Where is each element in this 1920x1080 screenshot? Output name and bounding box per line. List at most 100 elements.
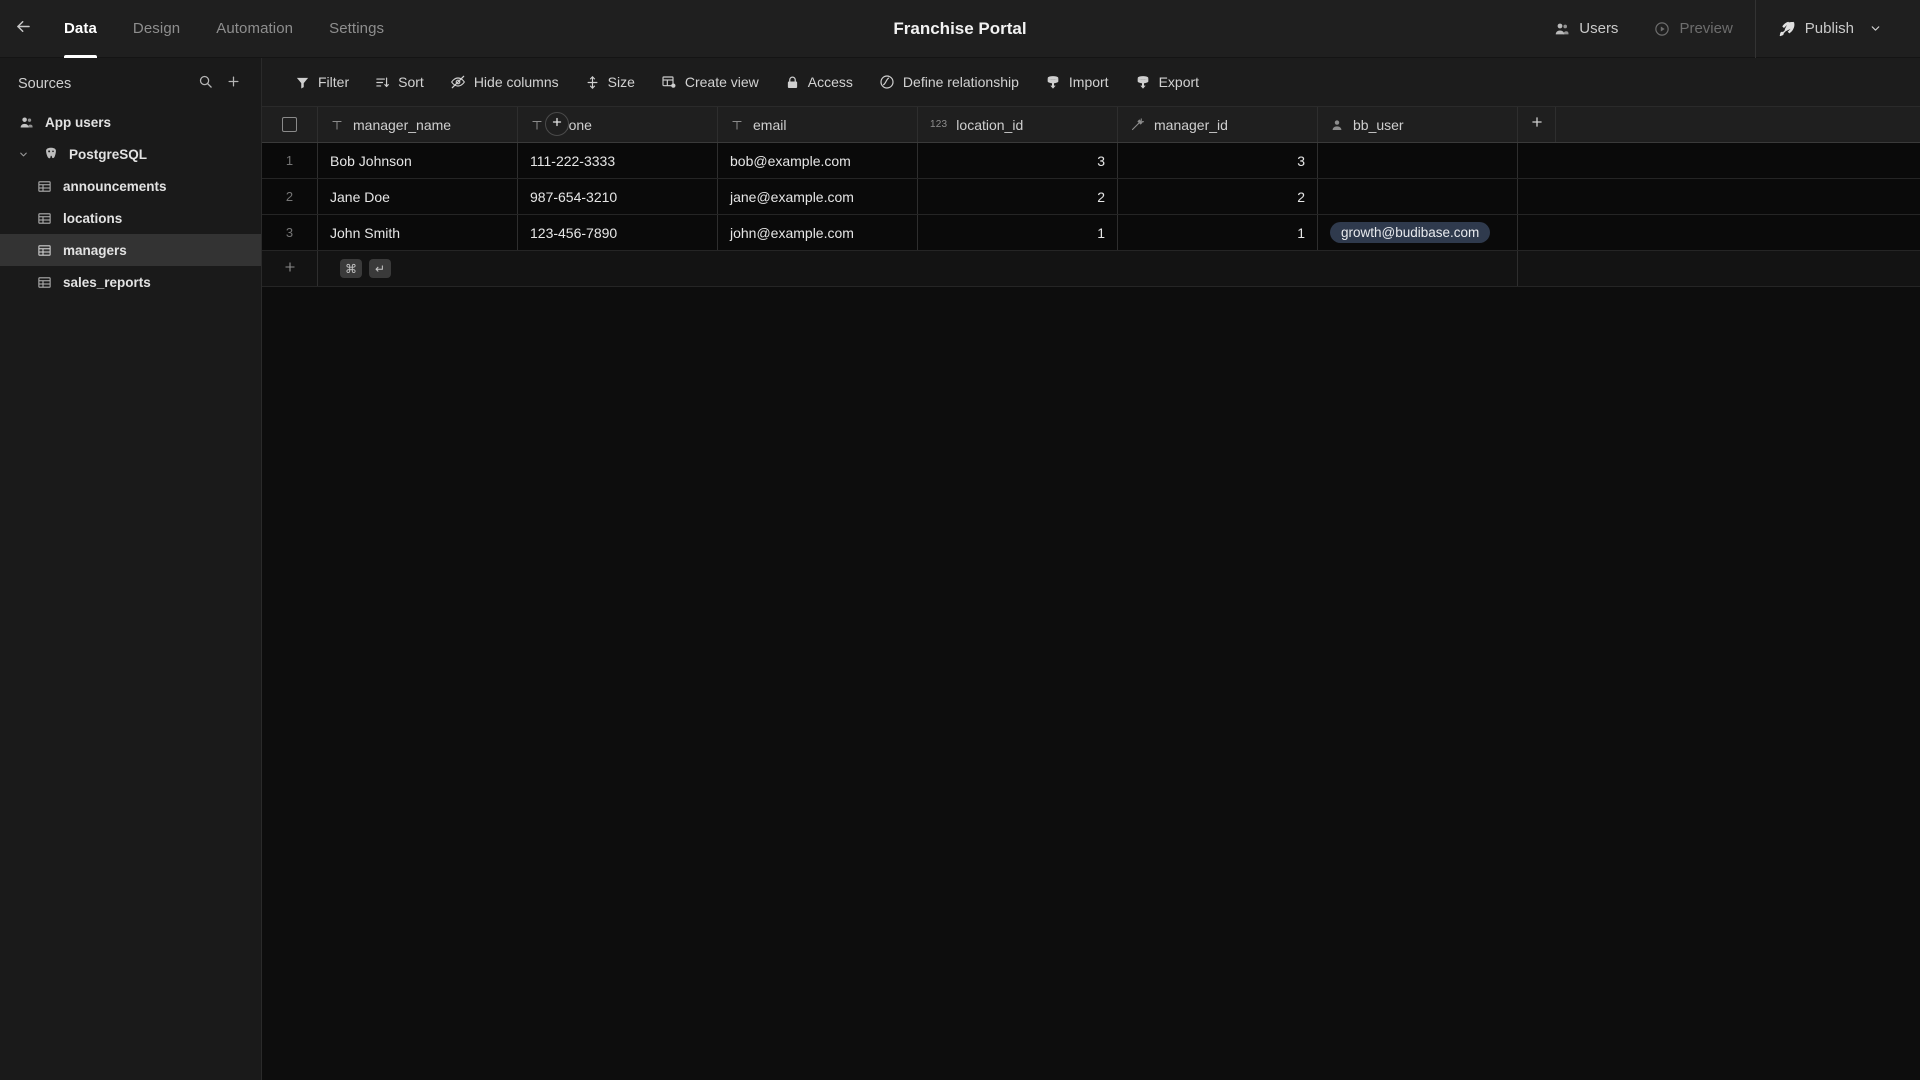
select-all-cell[interactable] — [262, 107, 318, 142]
table-icon — [36, 243, 53, 258]
cell-manager-id[interactable]: 2 — [1118, 179, 1318, 214]
sidebar-item-label: locations — [63, 210, 123, 226]
import-button[interactable]: Import — [1034, 67, 1120, 97]
column-header-manager-id[interactable]: manager_id — [1118, 107, 1318, 142]
tool-label: Export — [1158, 74, 1200, 90]
text-type-icon — [730, 118, 744, 132]
sidebar-title: Sources — [18, 76, 72, 92]
define-relationship-button[interactable]: Define relationship — [868, 67, 1030, 97]
sidebar-item-label: PostgreSQL — [69, 146, 148, 162]
add-row-filler — [518, 251, 1518, 286]
chevron-down-icon[interactable] — [18, 149, 30, 160]
sidebar-search-button[interactable] — [191, 70, 219, 98]
cell-phone[interactable]: 123-456-7890 — [518, 215, 718, 250]
cell-bb-user[interactable]: growth@budibase.com — [1318, 215, 1518, 250]
cell-email[interactable]: jane@example.com — [718, 179, 918, 214]
cell-email[interactable]: bob@example.com — [718, 143, 918, 178]
header-divider — [1754, 0, 1756, 58]
export-button[interactable]: Export — [1124, 67, 1210, 97]
publish-label: Publish — [1804, 20, 1854, 37]
column-header-label: manager_name — [353, 116, 452, 133]
cell-phone[interactable]: 111-222-3333 — [518, 143, 718, 178]
add-column-button[interactable] — [1518, 107, 1556, 142]
tab-data[interactable]: Data — [46, 0, 115, 58]
add-row[interactable]: ⌘ ↵ — [262, 251, 1920, 287]
insert-row-button[interactable] — [545, 112, 569, 136]
tool-label: Sort — [398, 74, 424, 90]
import-icon — [1045, 74, 1061, 90]
main-content: Filter Sort Hide columns Size Create vie… — [262, 58, 1920, 1080]
cell-location-id[interactable]: 1 — [918, 215, 1118, 250]
lock-icon — [785, 75, 800, 90]
preview-button[interactable]: Preview — [1636, 0, 1750, 58]
user-badge: growth@budibase.com — [1330, 222, 1491, 243]
table-row[interactable]: 3 John Smith 123-456-7890 john@example.c… — [262, 215, 1920, 251]
users-icon — [18, 115, 35, 130]
cell-location-id[interactable]: 2 — [918, 179, 1118, 214]
table-icon — [36, 275, 53, 290]
sidebar-item-app-users[interactable]: App users — [0, 106, 261, 138]
hide-columns-button[interactable]: Hide columns — [439, 67, 570, 97]
sort-icon — [375, 75, 390, 90]
sidebar-item-sales-reports[interactable]: sales_reports — [0, 266, 261, 298]
users-icon — [1554, 21, 1570, 37]
data-grid: manager_name phone email 123 location_id… — [262, 107, 1920, 287]
grid-header-row: manager_name phone email 123 location_id… — [262, 107, 1920, 143]
size-button[interactable]: Size — [574, 67, 646, 97]
row-number[interactable]: 3 — [262, 215, 318, 250]
cell-bb-user[interactable] — [1318, 143, 1518, 178]
plus-icon — [226, 74, 241, 94]
cell-manager-name[interactable]: Jane Doe — [318, 179, 518, 214]
row-number[interactable]: 2 — [262, 179, 318, 214]
add-row-button[interactable] — [262, 251, 318, 286]
sort-button[interactable]: Sort — [364, 67, 435, 97]
column-header-label: manager_id — [1154, 116, 1228, 133]
column-header-bb-user[interactable]: bb_user — [1318, 107, 1518, 142]
tab-automation[interactable]: Automation — [198, 0, 311, 58]
table-row[interactable]: 2 Jane Doe 987-654-3210 jane@example.com… — [262, 179, 1920, 215]
tab-settings[interactable]: Settings — [311, 0, 402, 58]
cell-manager-id[interactable]: 3 — [1118, 143, 1318, 178]
tool-label: Import — [1068, 74, 1109, 90]
cell-bb-user[interactable] — [1318, 179, 1518, 214]
cell-email[interactable]: john@example.com — [718, 215, 918, 250]
cell-manager-name[interactable]: John Smith — [318, 215, 518, 250]
table-icon — [36, 179, 53, 194]
sidebar-item-label: sales_reports — [63, 274, 151, 290]
create-view-icon — [661, 74, 677, 90]
select-all-checkbox[interactable] — [282, 117, 297, 132]
filter-icon — [295, 75, 310, 90]
text-type-icon — [330, 118, 344, 132]
users-button[interactable]: Users — [1536, 0, 1636, 58]
arrow-left-icon — [14, 17, 33, 41]
main-nav-tabs: Data Design Automation Settings — [46, 0, 402, 58]
publish-button[interactable]: Publish — [1760, 0, 1900, 58]
column-header-label: email — [753, 116, 787, 133]
cell-manager-id[interactable]: 1 — [1118, 215, 1318, 250]
sidebar-item-label: announcements — [63, 178, 167, 194]
cell-manager-name[interactable]: Bob Johnson — [318, 143, 518, 178]
sidebar-item-locations[interactable]: locations — [0, 202, 261, 234]
filter-button[interactable]: Filter — [284, 67, 360, 97]
auto-type-icon — [1130, 117, 1145, 132]
tab-design[interactable]: Design — [115, 0, 198, 58]
sidebar-item-label: App users — [45, 114, 112, 130]
sidebar-item-announcements[interactable]: announcements — [0, 170, 261, 202]
cell-location-id[interactable]: 3 — [918, 143, 1118, 178]
cell-phone[interactable]: 987-654-3210 — [518, 179, 718, 214]
table-row[interactable]: 1 Bob Johnson 111-222-3333 bob@example.c… — [262, 143, 1920, 179]
row-number[interactable]: 1 — [262, 143, 318, 178]
number-type-icon: 123 — [930, 119, 948, 130]
access-button[interactable]: Access — [774, 67, 864, 97]
add-row-shortcut-hint: ⌘ ↵ — [318, 251, 518, 286]
column-header-manager-name[interactable]: manager_name — [318, 107, 518, 142]
export-icon — [1135, 74, 1151, 90]
back-button[interactable] — [0, 0, 46, 58]
sidebar-item-postgresql[interactable]: PostgreSQL — [0, 138, 261, 170]
column-header-email[interactable]: email — [718, 107, 918, 142]
sidebar-item-managers[interactable]: managers — [0, 234, 261, 266]
tool-label: Filter — [318, 74, 350, 90]
create-view-button[interactable]: Create view — [650, 67, 770, 97]
column-header-location-id[interactable]: 123 location_id — [918, 107, 1118, 142]
sidebar-add-source-button[interactable] — [219, 70, 247, 98]
